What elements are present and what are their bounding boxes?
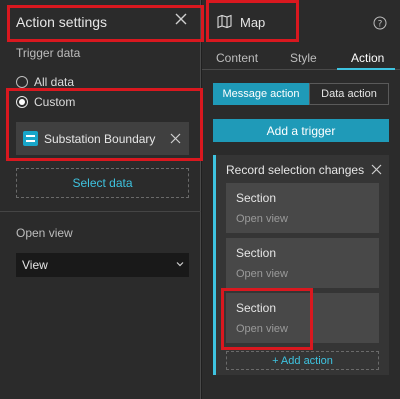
select-data-label: Select data [72, 176, 133, 190]
action-item-subtitle: Open view [236, 213, 288, 225]
svg-text:?: ? [378, 19, 383, 29]
open-view-label: Open view [16, 226, 73, 240]
add-action-button[interactable]: + Add action [226, 351, 379, 370]
action-settings-title: Action settings [16, 14, 108, 30]
action-item-title: Section [236, 246, 277, 260]
action-item[interactable]: Section Open view [226, 293, 379, 343]
action-item[interactable]: Section Open view [226, 183, 379, 233]
action-item-title: Section [236, 301, 277, 315]
action-settings-panel: Action settings Trigger data All data Cu… [0, 0, 201, 399]
remove-icon[interactable] [170, 133, 181, 144]
view-dropdown-value: View [22, 258, 48, 272]
add-action-label: + Add action [272, 354, 333, 367]
action-type-toggle: Message action Data action [213, 83, 389, 105]
close-icon[interactable] [173, 11, 189, 27]
radio-all-data[interactable]: All data [16, 73, 74, 91]
radio-button-checked[interactable] [16, 96, 28, 108]
trigger-card: Record selection changes Section Open vi… [213, 155, 389, 375]
action-item-subtitle: Open view [236, 268, 288, 280]
view-dropdown[interactable]: View [16, 253, 189, 277]
settings-tabs: Content Style Action [202, 46, 400, 70]
map-settings-header: Map ? [202, 0, 400, 46]
radio-custom[interactable]: Custom [16, 93, 75, 111]
action-item-title: Section [236, 191, 277, 205]
data-source-item[interactable]: Substation Boundary [16, 122, 189, 155]
radio-custom-label: Custom [34, 95, 76, 109]
data-action-button[interactable]: Data action [309, 83, 389, 105]
data-source-name: Substation Boundary [44, 132, 156, 146]
help-icon[interactable]: ? [373, 16, 387, 30]
message-action-button[interactable]: Message action [213, 83, 309, 105]
active-tab-indicator [337, 68, 395, 70]
widget-title: Map [240, 15, 266, 30]
select-data-button[interactable]: Select data [16, 168, 189, 198]
chevron-down-icon [176, 262, 184, 267]
trigger-title: Record selection changes [226, 163, 365, 177]
map-icon [217, 14, 232, 29]
divider [0, 211, 201, 212]
tab-content[interactable]: Content [216, 51, 258, 65]
radio-all-data-label: All data [34, 75, 75, 89]
trigger-data-label: Trigger data [16, 46, 81, 60]
map-settings-panel: Map ? Content Style Action Message actio… [202, 0, 400, 399]
close-icon[interactable] [371, 164, 382, 175]
table-icon [23, 131, 38, 146]
tab-action[interactable]: Action [351, 51, 384, 65]
tab-style[interactable]: Style [290, 51, 317, 65]
add-trigger-button[interactable]: Add a trigger [213, 119, 389, 142]
action-item-subtitle: Open view [236, 323, 288, 335]
radio-button[interactable] [16, 76, 28, 88]
action-item[interactable]: Section Open view [226, 238, 379, 288]
action-settings-header: Action settings [0, 0, 201, 44]
